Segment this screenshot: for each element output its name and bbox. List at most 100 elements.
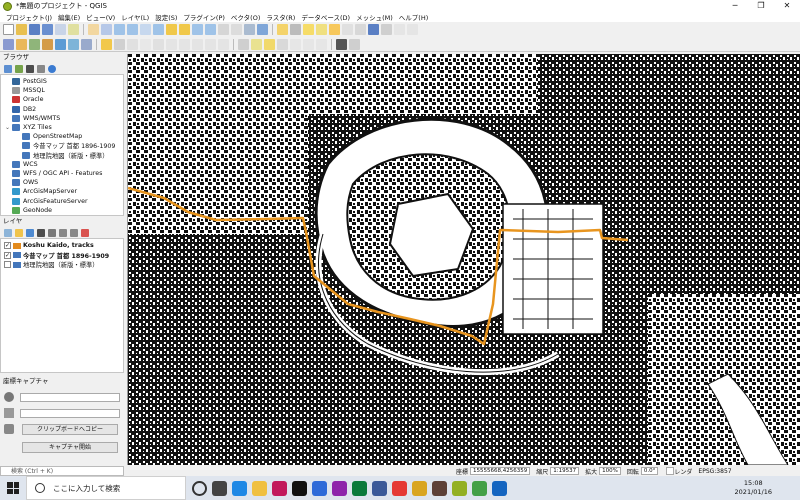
crs-status[interactable]: EPSG:3857 <box>698 468 731 475</box>
browser-item[interactable]: OpenStreetMap <box>15 132 82 141</box>
manage-themes-icon[interactable] <box>26 228 34 237</box>
copy-features-icon[interactable] <box>179 38 190 50</box>
app-icon-6[interactable] <box>372 480 387 496</box>
menu-project[interactable]: プロジェクト(J) <box>3 12 55 22</box>
zoom-out-icon[interactable] <box>127 24 138 35</box>
zoom-to-selection-icon[interactable] <box>166 24 177 35</box>
new-print-layout-icon[interactable] <box>55 24 66 35</box>
browser-item[interactable]: PostGIS <box>5 77 47 86</box>
save-edits-icon[interactable] <box>114 38 125 50</box>
new-map-view-icon[interactable] <box>218 24 229 35</box>
cortana-icon[interactable] <box>192 480 207 496</box>
edge-icon[interactable] <box>232 480 247 496</box>
collapse-all-icon[interactable] <box>37 64 45 73</box>
zoom-native-icon[interactable] <box>140 24 151 35</box>
map-canvas[interactable] <box>127 54 800 465</box>
system-clock[interactable]: 15:08 2021/01/16 <box>735 479 772 497</box>
app-icon-11[interactable] <box>492 480 507 496</box>
statistics-icon[interactable] <box>368 24 379 35</box>
layer-visibility-checkbox[interactable]: ✓ <box>4 242 11 249</box>
text-annotation-icon[interactable] <box>407 24 418 35</box>
menu-help[interactable]: ヘルプ(H) <box>396 12 431 22</box>
menu-plugins[interactable]: プラグイン(P) <box>180 12 228 22</box>
refresh-icon[interactable] <box>15 64 23 73</box>
layer-item[interactable]: 地理院地図（新版・標準） <box>4 260 99 269</box>
new-project-icon[interactable] <box>3 24 14 35</box>
menu-view[interactable]: ビュー(V) <box>83 12 118 22</box>
historical-map-raster[interactable] <box>128 54 800 465</box>
minimize-button[interactable]: ─ <box>722 0 748 12</box>
app-icon-3[interactable] <box>312 480 327 496</box>
coordinate-field-2[interactable] <box>20 408 120 418</box>
action-icon[interactable] <box>290 24 301 35</box>
label-tool-icon[interactable] <box>238 38 249 50</box>
app-icon-4[interactable] <box>332 480 347 496</box>
browser-item[interactable]: OWS <box>5 178 38 187</box>
app-icon-10[interactable] <box>472 480 487 496</box>
app-icon-7[interactable] <box>392 480 407 496</box>
coordinate-value[interactable]: 15555668,4256359 <box>470 467 531 475</box>
map-tips-icon[interactable] <box>394 24 405 35</box>
rotation-value[interactable]: 0.0° <box>640 467 659 475</box>
redo-icon[interactable] <box>218 38 229 50</box>
browser-item[interactable]: ArcGisFeatureServer <box>5 197 88 206</box>
add-vector-icon[interactable] <box>16 38 27 50</box>
change-label-icon[interactable] <box>316 38 327 50</box>
menu-layer[interactable]: レイヤ(L) <box>118 12 152 22</box>
layer-item[interactable]: ✓ Koshu Kaido, tracks <box>4 241 94 250</box>
app-icon-2[interactable] <box>292 480 307 496</box>
processing-toolbox-icon[interactable] <box>349 38 360 50</box>
scale-value[interactable]: 1:19537 <box>550 467 580 475</box>
add-wms-icon[interactable] <box>55 38 66 50</box>
filter-legend-icon[interactable] <box>37 228 45 237</box>
add-selected-icon[interactable] <box>4 64 12 73</box>
show-hide-labels-icon[interactable] <box>277 38 288 50</box>
layer-visibility-checkbox[interactable]: ✓ <box>4 251 11 259</box>
close-button[interactable]: ✕ <box>774 0 800 12</box>
cut-features-icon[interactable] <box>166 38 177 50</box>
refresh-icon[interactable] <box>257 24 268 35</box>
toggle-editing-icon[interactable] <box>101 38 112 50</box>
browser-item[interactable]: 今昔マップ 首都 1896-1909 <box>15 141 115 150</box>
temporal-controller-icon[interactable] <box>244 24 255 35</box>
copy-to-clipboard-button[interactable]: クリップボードへコピー <box>22 424 118 435</box>
rotate-label-icon[interactable] <box>303 38 314 50</box>
magnifier-value[interactable]: 100% <box>599 467 621 475</box>
zoom-in-icon[interactable] <box>114 24 125 35</box>
info-icon[interactable] <box>48 64 56 73</box>
zoom-last-icon[interactable] <box>192 24 203 35</box>
menu-settings[interactable]: 設定(S) <box>152 12 180 22</box>
maximize-button[interactable]: ❐ <box>748 0 774 12</box>
coordinate-field-1[interactable] <box>20 392 120 402</box>
open-styling-icon[interactable] <box>4 228 12 237</box>
highlight-label-icon[interactable] <box>251 38 262 50</box>
delete-selected-icon[interactable] <box>153 38 164 50</box>
browser-item[interactable]: WFS / OGC API - Features <box>5 169 102 178</box>
zoom-to-layer-icon[interactable] <box>179 24 190 35</box>
layout-manager-icon[interactable] <box>68 24 79 35</box>
browser-item[interactable]: ArcGisMapServer <box>5 187 77 196</box>
pan-icon[interactable] <box>88 24 99 35</box>
render-checkbox[interactable] <box>666 467 675 475</box>
collapse-all-layers-icon[interactable] <box>70 228 78 237</box>
layer-visibility-checkbox[interactable] <box>4 261 11 268</box>
save-project-icon[interactable] <box>29 24 40 35</box>
save-as-icon[interactable] <box>42 24 53 35</box>
app-icon-9[interactable] <box>432 480 447 496</box>
pan-to-selection-icon[interactable] <box>101 24 112 35</box>
pin-label-icon[interactable] <box>264 38 275 50</box>
locator-search-input[interactable]: 検索 (Ctrl + K) <box>0 466 124 476</box>
data-source-manager-icon[interactable] <box>3 38 14 50</box>
add-delimited-icon[interactable] <box>42 38 53 50</box>
remove-layer-icon[interactable] <box>81 228 89 237</box>
field-calculator-icon[interactable] <box>342 24 353 35</box>
menu-mesh[interactable]: メッシュ(M) <box>353 12 396 22</box>
add-group-icon[interactable] <box>15 228 23 237</box>
select-by-value-icon[interactable] <box>316 24 327 35</box>
new-layer-icon[interactable] <box>81 38 92 50</box>
zoom-next-icon[interactable] <box>205 24 216 35</box>
browser-item[interactable]: Oracle <box>5 95 44 104</box>
crs-value[interactable]: EPSG:3857 <box>698 468 731 475</box>
paste-features-icon[interactable] <box>192 38 203 50</box>
browser-item[interactable]: DB2 <box>5 105 36 114</box>
